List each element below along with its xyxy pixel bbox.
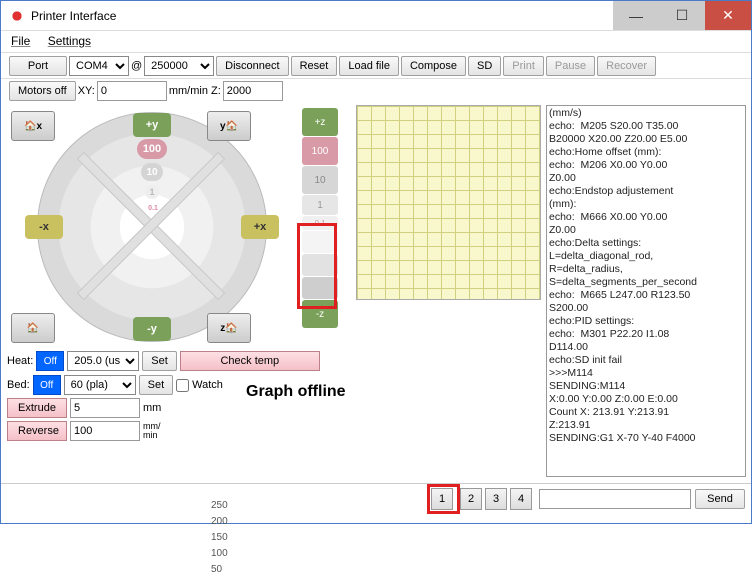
watch-checkbox[interactable] — [176, 379, 189, 392]
home-icon: 🏠 — [27, 323, 39, 334]
motor-row: Motors off XY: mm/min Z: — [1, 79, 751, 103]
page-2-button[interactable]: 2 — [460, 488, 482, 510]
home-y-button[interactable]: y🏠 — [207, 111, 251, 141]
bottom-bar: 1 2 3 4 Send — [1, 483, 751, 513]
step-01[interactable]: 0.1 — [147, 203, 159, 213]
plus-y-button[interactable]: +y — [133, 113, 171, 137]
titlebar: Printer Interface — ☐ ✕ — [1, 1, 751, 31]
plus-x-button[interactable]: +x — [241, 215, 279, 239]
heat-preset-select[interactable]: 205.0 (us — [67, 351, 139, 371]
minimize-button[interactable]: — — [613, 1, 659, 30]
page-1-button[interactable]: 1 — [431, 488, 453, 510]
reset-button[interactable]: Reset — [291, 56, 338, 76]
menu-bar: File Settings — [1, 31, 751, 53]
home-z-button[interactable]: z🏠 — [207, 313, 251, 343]
check-temp-button[interactable]: Check temp — [180, 351, 320, 371]
mmmin-label: mm/min Z: — [169, 85, 221, 97]
xy-input[interactable] — [97, 81, 167, 101]
xy-label: XY: — [78, 85, 95, 97]
pause-button[interactable]: Pause — [546, 56, 595, 76]
bed-toggle[interactable]: Off — [33, 375, 61, 395]
z-1[interactable]: 1 — [302, 195, 338, 215]
extrude-button[interactable]: Extrude — [7, 398, 67, 418]
page-4-button[interactable]: 4 — [510, 488, 532, 510]
extrude-speed-input[interactable] — [70, 421, 140, 441]
recover-button[interactable]: Recover — [597, 56, 656, 76]
menu-file[interactable]: File — [11, 34, 30, 48]
window-title: Printer Interface — [31, 9, 613, 23]
com-select[interactable]: COM4 — [69, 56, 129, 76]
page-3-button[interactable]: 3 — [485, 488, 507, 510]
console-log[interactable]: (mm/s) echo: M205 S20.00 T35.00 B20000 X… — [546, 105, 746, 477]
heat-toggle[interactable]: Off — [36, 351, 64, 371]
toolbar: Port COM4 @ 250000 Disconnect Reset Load… — [1, 53, 751, 79]
z-10[interactable]: 10 — [302, 166, 338, 194]
disconnect-button[interactable]: Disconnect — [216, 56, 288, 76]
command-input[interactable] — [539, 489, 691, 509]
home-x-button[interactable]: 🏠x — [11, 111, 55, 141]
jog-panel: +y -y +x -x 100 10 1 0.1 🏠x y🏠 🏠 z🏠 +z 1… — [7, 107, 347, 347]
bed-preset-select[interactable]: 60 (pla) — [64, 375, 136, 395]
send-button[interactable]: Send — [695, 489, 745, 509]
watch-label: Watch — [192, 379, 223, 391]
bed-label: Bed: — [7, 379, 30, 391]
baud-select[interactable]: 250000 — [144, 56, 214, 76]
compose-button[interactable]: Compose — [401, 56, 466, 76]
minus-y-button[interactable]: -y — [133, 317, 171, 341]
highlight-box-page: 1 — [427, 484, 460, 514]
build-plate-grid[interactable] — [356, 105, 541, 300]
close-button[interactable]: ✕ — [705, 1, 751, 30]
minus-x-button[interactable]: -x — [25, 215, 63, 239]
z-100[interactable]: 100 — [302, 137, 338, 165]
mm-label: mm — [143, 402, 161, 414]
home-all-button[interactable]: 🏠 — [11, 313, 55, 343]
sd-button[interactable]: SD — [468, 56, 501, 76]
step-1[interactable]: 1 — [145, 185, 159, 199]
home-icon: 🏠 — [226, 121, 238, 132]
mmmin-label: mm/ min — [143, 422, 161, 440]
graph-offline-label: Graph offline — [246, 383, 546, 401]
print-button[interactable]: Print — [503, 56, 544, 76]
plus-z-button[interactable]: +z — [302, 108, 338, 136]
heat-set-button[interactable]: Set — [142, 351, 177, 371]
app-icon — [9, 8, 25, 24]
reverse-button[interactable]: Reverse — [7, 421, 67, 441]
loadfile-button[interactable]: Load file — [339, 56, 399, 76]
graph-scale: 250 200 150 100 50 — [211, 498, 228, 578]
step-10[interactable]: 10 — [141, 163, 163, 181]
menu-settings[interactable]: Settings — [48, 34, 91, 48]
port-button[interactable]: Port — [9, 56, 67, 76]
home-icon: 🏠 — [24, 121, 36, 132]
home-icon: 🏠 — [225, 323, 237, 334]
maximize-button[interactable]: ☐ — [659, 1, 705, 30]
heat-label: Heat: — [7, 355, 33, 367]
bed-set-button[interactable]: Set — [139, 375, 174, 395]
z-input[interactable] — [223, 81, 283, 101]
highlight-box-z — [297, 223, 337, 309]
step-100[interactable]: 100 — [137, 139, 167, 159]
extrude-length-input[interactable] — [70, 398, 140, 418]
at-label: @ — [131, 60, 142, 72]
motors-off-button[interactable]: Motors off — [9, 81, 76, 101]
